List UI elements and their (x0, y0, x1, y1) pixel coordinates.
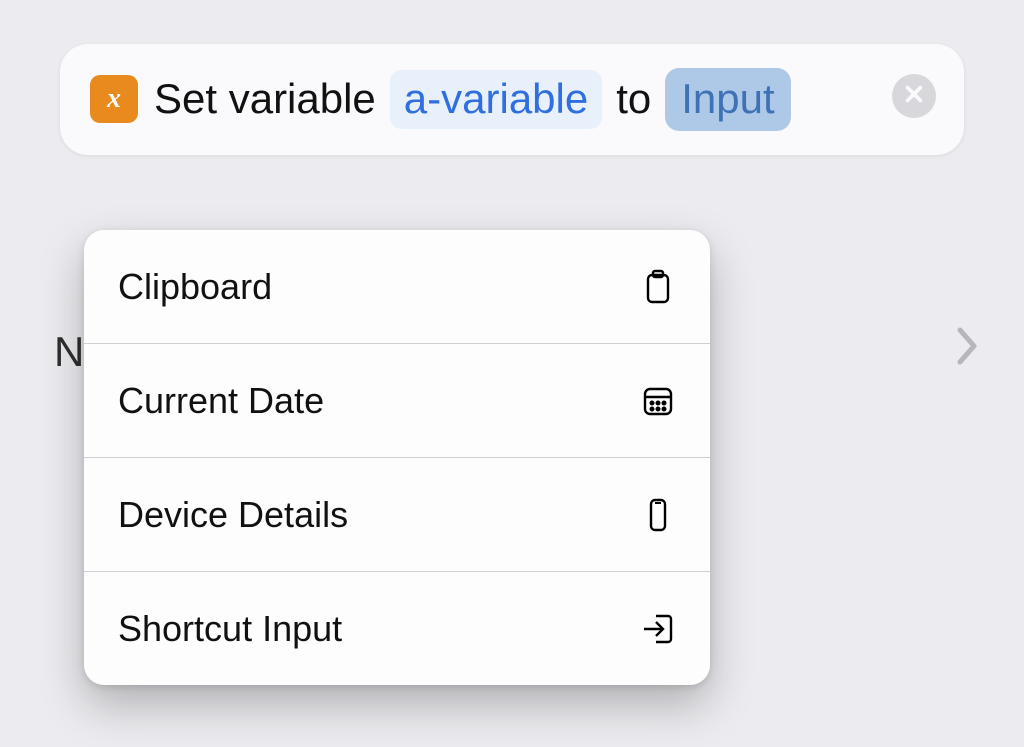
variable-action-icon: x (90, 75, 138, 123)
value-token[interactable]: Input (665, 68, 790, 131)
menu-item-device-details[interactable]: Device Details (84, 458, 710, 571)
menu-item-label: Clipboard (118, 266, 272, 308)
close-icon (903, 83, 925, 110)
action-sentence: x Set variable a-variable to Input (90, 68, 934, 131)
background-row-label: N (54, 328, 84, 376)
menu-item-label: Shortcut Input (118, 608, 342, 650)
menu-item-label: Current Date (118, 380, 324, 422)
set-variable-action-card: x Set variable a-variable to Input (60, 44, 964, 155)
variable-action-glyph: x (107, 81, 121, 117)
menu-item-current-date[interactable]: Current Date (84, 344, 710, 457)
variable-name-token[interactable]: a-variable (390, 70, 602, 129)
input-icon (636, 607, 680, 651)
action-text-middle: to (616, 72, 651, 127)
device-icon (636, 493, 680, 537)
menu-item-label: Device Details (118, 494, 348, 536)
clipboard-icon (636, 265, 680, 309)
value-picker-popover: Clipboard Current Date Device Details (84, 230, 710, 685)
calendar-icon (636, 379, 680, 423)
close-button[interactable] (892, 74, 936, 118)
action-text-prefix: Set variable (154, 72, 376, 127)
menu-item-shortcut-input[interactable]: Shortcut Input (84, 572, 710, 685)
menu-item-clipboard[interactable]: Clipboard (84, 230, 710, 343)
chevron-right-icon[interactable] (956, 326, 980, 366)
